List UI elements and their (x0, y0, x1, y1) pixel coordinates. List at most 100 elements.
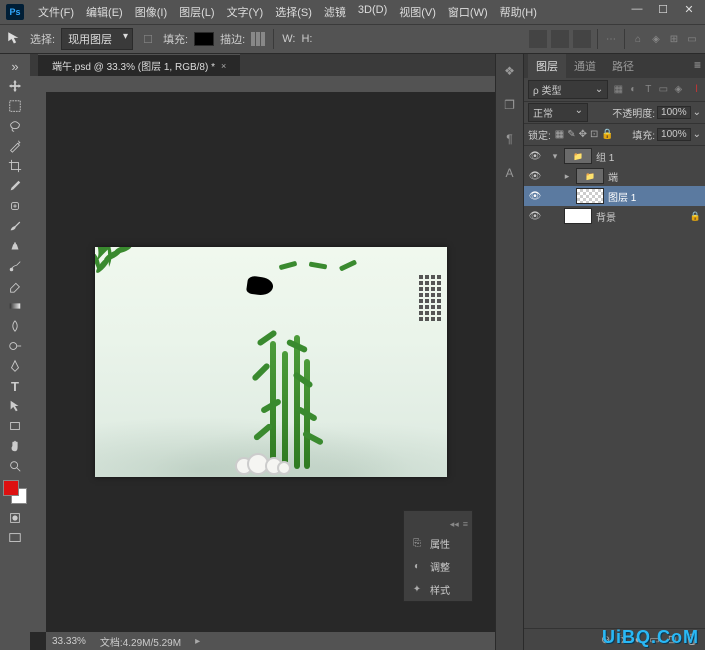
menu-item[interactable]: 视图(V) (393, 1, 442, 23)
disclosure-icon[interactable]: ▸ (562, 171, 572, 182)
menu-item[interactable]: 帮助(H) (494, 1, 543, 23)
layer-name-label[interactable]: 端 (608, 169, 701, 184)
layers-footer-button[interactable]: ⊡ (668, 633, 677, 646)
layer-name-label[interactable]: 图层 1 (608, 189, 701, 204)
clone-stamp-tool[interactable] (3, 236, 27, 256)
layer-row[interactable]: 👁 ▾ 📁 组 1 (524, 146, 705, 166)
eyedropper-tool[interactable] (3, 176, 27, 196)
menu-item[interactable]: 滤镜 (318, 1, 352, 23)
pen-tool[interactable] (3, 356, 27, 376)
path-selection-tool[interactable] (3, 396, 27, 416)
collapsed-panel-icon[interactable]: ❐ (501, 96, 519, 114)
menu-item[interactable]: 3D(D) (352, 1, 393, 23)
filter-adjust-icon[interactable]: ◐ (627, 84, 639, 95)
hand-tool[interactable] (3, 436, 27, 456)
disclosure-icon[interactable]: ▾ (550, 151, 560, 162)
layers-footer-button[interactable]: ▭ (649, 633, 659, 646)
zoom-level-label[interactable]: 33.33% (52, 636, 86, 647)
lock-position-icon[interactable]: ✥ (579, 129, 587, 140)
collapsed-panel-icon[interactable]: A (501, 164, 519, 182)
align-button-3[interactable] (573, 30, 591, 48)
opacity-chevron-icon[interactable]: ⌄ (693, 107, 701, 118)
visibility-toggle-icon[interactable]: 👁 (528, 211, 542, 222)
layer-thumbnail[interactable] (564, 208, 592, 224)
collapsed-panel-icon[interactable]: ❖ (501, 62, 519, 80)
floating-panel-menu-icon[interactable]: ≡ (463, 519, 468, 530)
layer-thumbnail[interactable]: 📁 (576, 168, 604, 184)
collapsed-panel-icon[interactable]: ¶ (501, 130, 519, 148)
visibility-toggle-icon[interactable]: 👁 (528, 191, 542, 202)
document-tab[interactable]: 端午.psd @ 33.3% (图层 1, RGB/8) * × (38, 54, 240, 76)
extras-button-1[interactable]: ◈ (649, 32, 663, 46)
blur-tool[interactable] (3, 316, 27, 336)
stroke-swatch[interactable] (251, 32, 265, 46)
collapse-toolbar-button[interactable]: » (3, 56, 27, 76)
status-chevron-icon[interactable]: ▸ (195, 636, 200, 647)
layers-footer-button[interactable]: fx (618, 634, 627, 646)
layer-thumbnail[interactable]: 📁 (564, 148, 592, 164)
lasso-tool[interactable] (3, 116, 27, 136)
menu-item[interactable]: 文件(F) (32, 1, 80, 23)
blend-mode-dropdown[interactable]: 正常⌄ (528, 103, 588, 122)
filter-toggle-switch[interactable]: ⏽ (692, 83, 701, 96)
lock-artboard-icon[interactable]: ⊡ (590, 129, 598, 140)
distribute-button-1[interactable]: ⋯ (604, 32, 618, 46)
layers-list[interactable]: 👁 ▾ 📁 组 1 👁 ▸ 📁 端 👁 图层 1 👁 背景 🔒 (524, 146, 705, 628)
layer-thumbnail[interactable] (576, 188, 604, 204)
type-tool[interactable]: T (3, 376, 27, 396)
show-transform-controls-checkbox[interactable]: ☐ (139, 30, 157, 48)
layers-footer-button[interactable]: ◐ (635, 634, 642, 646)
extras-button-3[interactable]: ▭ (685, 32, 699, 46)
filter-pixel-icon[interactable]: ▦ (612, 84, 624, 95)
layers-footer-button[interactable]: 🗑 (685, 633, 699, 646)
zoom-tool[interactable] (3, 456, 27, 476)
panel-tab[interactable]: 图层 (528, 54, 566, 78)
menu-item[interactable]: 图层(L) (173, 1, 220, 23)
layer-filter-kind-dropdown[interactable]: ρ 类型⌄ (528, 80, 608, 99)
lock-image-icon[interactable]: ✎ (567, 129, 575, 140)
eraser-tool[interactable] (3, 276, 27, 296)
menu-item[interactable]: 选择(S) (269, 1, 318, 23)
foreground-color-swatch[interactable] (3, 480, 19, 496)
floating-panel-item[interactable]: ⎘属性 (404, 532, 472, 555)
floating-properties-panel[interactable]: ◂◂ ≡ ⎘属性◐调整✦样式 (403, 510, 473, 602)
visibility-toggle-icon[interactable]: 👁 (528, 151, 542, 162)
menu-item[interactable]: 窗口(W) (442, 1, 494, 23)
crop-tool[interactable] (3, 156, 27, 176)
align-button-2[interactable] (551, 30, 569, 48)
marquee-tool[interactable] (3, 96, 27, 116)
menu-item[interactable]: 编辑(E) (80, 1, 129, 23)
layers-footer-button[interactable]: ⊕ (601, 633, 610, 646)
opacity-value-input[interactable]: 100% (657, 106, 691, 119)
lock-all-icon[interactable]: 🔒 (601, 129, 613, 140)
lock-transparent-icon[interactable]: ▦ (555, 129, 564, 140)
floating-panel-item[interactable]: ◐调整 (404, 555, 472, 578)
fill-chevron-icon[interactable]: ⌄ (693, 129, 701, 140)
panel-tab[interactable]: 通道 (566, 54, 604, 78)
filter-shape-icon[interactable]: ▭ (657, 84, 669, 95)
dodge-tool[interactable] (3, 336, 27, 356)
menu-item[interactable]: 文字(Y) (221, 1, 270, 23)
align-button-1[interactable] (529, 30, 547, 48)
magic-wand-tool[interactable] (3, 136, 27, 156)
vertical-ruler[interactable] (30, 92, 46, 632)
filter-smart-icon[interactable]: ◈ (672, 84, 684, 95)
close-button[interactable]: ✕ (677, 0, 701, 18)
horizontal-ruler[interactable] (46, 76, 495, 92)
layer-row[interactable]: 👁 ▸ 📁 端 (524, 166, 705, 186)
brush-tool[interactable] (3, 216, 27, 236)
layer-name-label[interactable]: 背景 (596, 209, 686, 224)
fill-swatch[interactable] (194, 32, 214, 46)
visibility-toggle-icon[interactable]: 👁 (528, 171, 542, 182)
gradient-tool[interactable] (3, 296, 27, 316)
healing-brush-tool[interactable] (3, 196, 27, 216)
extras-button-2[interactable]: ⊞ (667, 32, 681, 46)
menu-item[interactable]: 图像(I) (129, 1, 173, 23)
select-layer-dropdown[interactable]: 现用图层 (61, 28, 133, 50)
quick-mask-button[interactable] (3, 508, 27, 528)
close-document-icon[interactable]: × (221, 61, 226, 71)
panel-menu-icon[interactable]: ≡ (694, 58, 701, 72)
rectangle-tool[interactable] (3, 416, 27, 436)
filter-type-icon[interactable]: T (642, 84, 654, 95)
document-canvas[interactable] (95, 247, 447, 477)
